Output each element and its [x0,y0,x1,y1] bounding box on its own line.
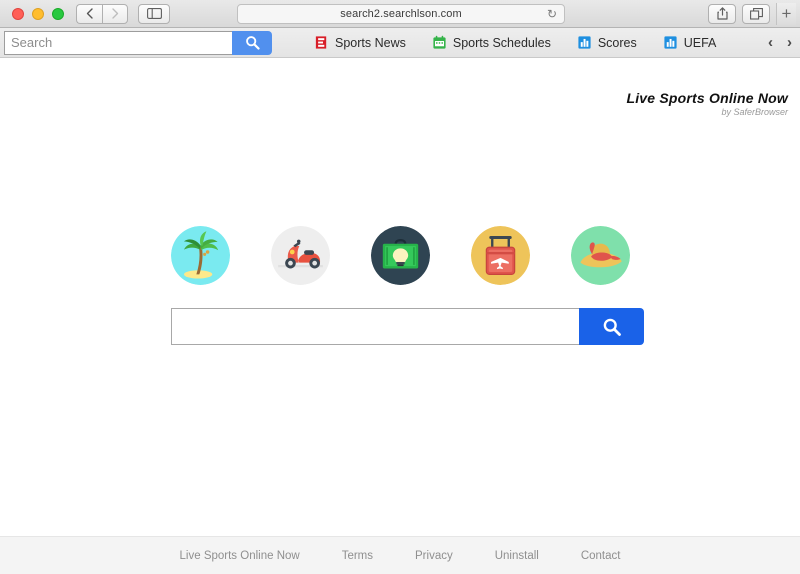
toolbar-prev-button[interactable]: ‹ [768,35,773,50]
footer-link-terms[interactable]: Terms [342,550,373,562]
footer-link-home[interactable]: Live Sports Online Now [180,550,300,562]
toolbar-pager: ‹ › [768,35,792,50]
toolbar-link-label: UEFA [683,35,717,50]
palm-tree-icon[interactable] [170,226,230,285]
chevron-left-icon [86,8,93,19]
search-icon [245,36,260,50]
toolbar-search-button[interactable] [232,30,272,55]
toolbar-link-sports-news[interactable]: Sports News [314,35,406,50]
toolbar-link-label: Sports News [335,35,406,50]
forward-button[interactable] [102,3,128,24]
travel-suitcase-icon[interactable] [470,226,530,285]
toolbar-next-button[interactable]: › [787,35,792,50]
toolbar-link-sports-schedules[interactable]: Sports Schedules [432,35,551,50]
share-icon [716,7,728,20]
footer-link-privacy[interactable]: Privacy [415,550,453,562]
maximize-window-button[interactable] [52,7,64,20]
briefcase-idea-icon[interactable] [370,226,430,285]
toolbar-link-label: Sports Schedules [452,35,551,50]
address-bar-url: search2.searchlson.com [340,7,462,20]
show-tabs-icon [749,7,763,20]
calendar-icon [433,35,446,49]
scooter-icon[interactable] [270,226,330,285]
back-button[interactable] [76,3,102,24]
sidebar-toggle-icon [146,8,162,19]
bar-chart-icon [578,36,591,49]
share-button[interactable] [708,3,736,24]
footer-link-contact[interactable]: Contact [581,550,621,562]
sidebar-toggle-button[interactable] [138,3,170,24]
toolbar-link-label: Scores [597,35,637,50]
navigation-buttons [76,3,128,24]
footer-link-uninstall[interactable]: Uninstall [495,550,539,562]
main-search-group [171,308,644,345]
extension-toolbar: Sports News Sports Schedules [0,28,800,58]
sun-hat-icon[interactable] [570,226,630,285]
extension-links: Sports News Sports Schedules Scores UEFA [314,35,716,50]
bar-chart-icon [664,36,677,49]
page-footer: Live Sports Online Now Terms Privacy Uni… [0,536,800,574]
page-content: Live Sports Online Now by SaferBrowser L… [0,58,800,574]
new-tab-button[interactable]: + [776,2,796,25]
espn-logo-icon [315,36,327,49]
toolbar-search-group [4,30,272,55]
brand-subtitle: by SaferBrowser [721,107,788,118]
toolbar-link-scores[interactable]: Scores [577,35,637,50]
main-search-button[interactable] [579,308,644,345]
brand-title: Live Sports Online Now [626,90,788,106]
search-icon [603,318,621,336]
address-bar[interactable]: search2.searchlson.com ↻ [237,3,565,24]
browser-titlebar: search2.searchlson.com ↻ + [0,0,800,28]
window-controls [12,7,64,20]
close-window-button[interactable] [12,7,24,20]
chevron-right-icon [111,8,118,19]
browser-window: search2.searchlson.com ↻ + Search Sports… [0,0,800,574]
titlebar-right-tools: + [708,2,796,25]
main-search-input[interactable] [171,308,579,345]
minimize-window-button[interactable] [32,7,44,20]
show-tabs-button[interactable] [742,3,770,24]
shortcut-icons [0,226,800,285]
reload-icon[interactable]: ↻ [547,8,557,20]
toolbar-link-uefa[interactable]: UEFA [663,35,717,50]
brand-block: Live Sports Online Now by SaferBrowser [626,90,788,117]
toolbar-search-input[interactable] [4,30,232,55]
